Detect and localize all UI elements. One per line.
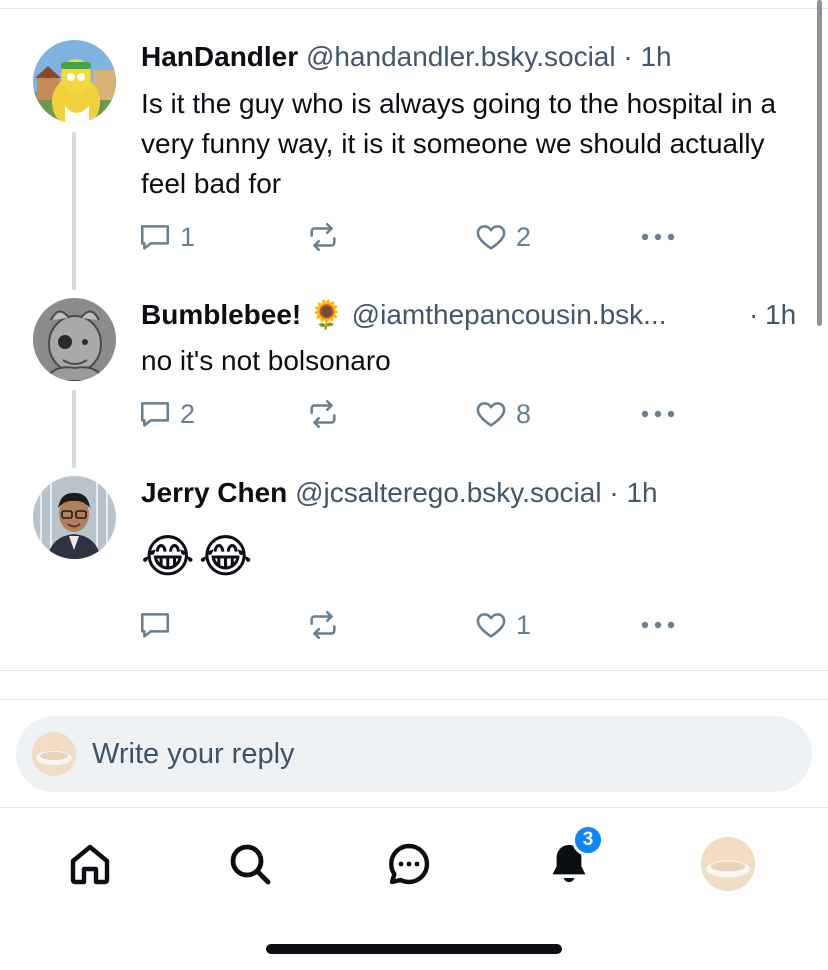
more-button[interactable] [640, 217, 676, 257]
handle[interactable]: @jcsalterego.bsky.social [295, 477, 601, 508]
display-name[interactable]: HanDandler [141, 41, 298, 72]
thread-line [72, 132, 76, 290]
separator: · [623, 41, 633, 72]
thread-line [72, 390, 76, 468]
more-icon [641, 621, 675, 629]
repost-button[interactable] [306, 605, 340, 645]
notifications-badge: 3 [572, 824, 604, 856]
display-name[interactable]: Bumblebee! 🌻 [141, 299, 344, 330]
reply-button[interactable] [138, 605, 180, 645]
heart-icon [476, 613, 506, 638]
post-actions: 1 [138, 605, 698, 645]
separator: · [749, 299, 759, 330]
reply-count: 1 [180, 221, 196, 252]
tab-home[interactable] [62, 836, 118, 892]
like-count: 1 [516, 609, 532, 640]
tab-search[interactable] [222, 836, 278, 892]
thread-end-divider [0, 670, 828, 671]
like-count: 2 [516, 221, 532, 252]
post-text: no it's not bolsonaro [141, 345, 391, 376]
reply-button[interactable]: 1 [138, 217, 195, 257]
like-count: 8 [516, 398, 532, 429]
more-button[interactable] [640, 605, 676, 645]
bottom-tab-bar: 3 [0, 807, 828, 970]
avatar-bumblebee[interactable] [33, 298, 116, 381]
post-header: HanDandler @handandler.bsky.social · 1h [141, 39, 798, 75]
avatar-handandler[interactable] [33, 40, 116, 123]
timestamp[interactable]: 1h [640, 41, 671, 72]
post-text: Is it the guy who is always going to the… [141, 88, 777, 199]
repost-button[interactable] [306, 394, 340, 434]
my-avatar [32, 732, 76, 776]
separator: · [609, 477, 619, 508]
more-icon [641, 233, 675, 241]
display-name[interactable]: Jerry Chen [141, 477, 287, 508]
reply-icon [140, 613, 170, 638]
post-actions: 2 8 [138, 394, 698, 434]
profile-avatar [701, 837, 755, 891]
reply-button[interactable]: 2 [138, 394, 195, 434]
timestamp[interactable]: 1h [626, 477, 657, 508]
composer-divider [0, 699, 828, 700]
repost-icon [310, 610, 336, 640]
avatar-jerry-chen[interactable] [33, 476, 116, 559]
reply-icon [140, 402, 170, 427]
heart-icon [476, 402, 506, 427]
reply-composer[interactable]: Write your reply [16, 716, 812, 792]
more-icon [641, 410, 675, 418]
top-divider [0, 8, 828, 9]
search-icon [230, 844, 271, 885]
reply-placeholder[interactable]: Write your reply [92, 734, 295, 774]
handle[interactable]: @iamthepancousin.bsk... [352, 299, 667, 330]
reply-count: 2 [180, 398, 196, 429]
post-header: Jerry Chen @jcsalterego.bsky.social · 1h [141, 475, 798, 511]
scroll-indicator[interactable] [817, 0, 822, 326]
timestamp[interactable]: 1h [765, 297, 796, 333]
post-text: 😂😂 [141, 530, 257, 582]
chat-icon [389, 843, 430, 885]
repost-icon [310, 399, 336, 429]
handle[interactable]: @handandler.bsky.social [306, 41, 616, 72]
post-actions: 1 2 [138, 217, 698, 257]
repost-button[interactable] [306, 217, 340, 257]
heart-icon [476, 225, 506, 250]
home-icon [70, 844, 110, 885]
like-button[interactable]: 8 [474, 394, 531, 434]
more-button[interactable] [640, 394, 676, 434]
home-indicator[interactable] [266, 944, 562, 954]
tab-chat[interactable] [381, 836, 437, 892]
tab-profile[interactable] [700, 836, 756, 892]
like-button[interactable]: 2 [474, 217, 531, 257]
like-button[interactable]: 1 [474, 605, 531, 645]
post-header: Bumblebee! 🌻 @iamthepancousin.bsk... · 1… [141, 297, 798, 333]
repost-icon [310, 222, 336, 252]
reply-icon [140, 225, 170, 250]
